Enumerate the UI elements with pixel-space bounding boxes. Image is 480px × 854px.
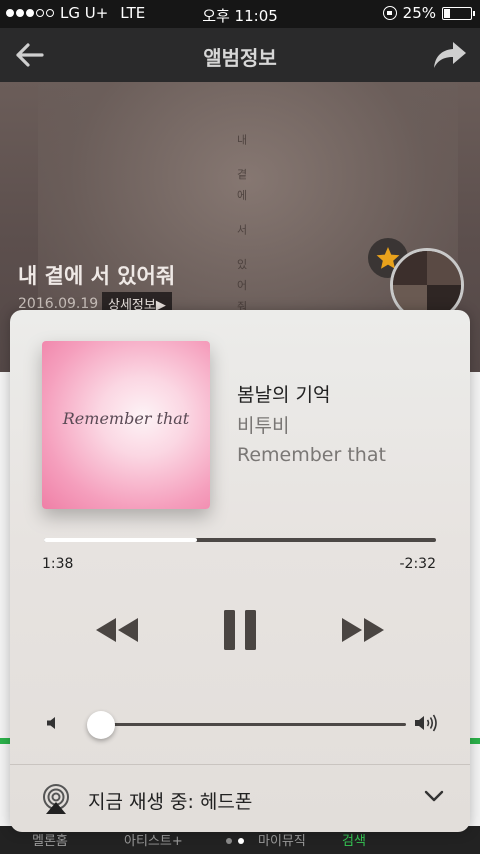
rewind-button[interactable] — [94, 610, 140, 650]
fast-forward-icon — [342, 618, 384, 642]
album-vertical-title: 내 곁에 서 있어줘 — [235, 134, 248, 322]
page-indicator — [226, 838, 244, 844]
song-album: Remember that — [237, 444, 386, 466]
nav-item-my-music[interactable]: 마이뮤직 — [258, 830, 306, 849]
album-title: 내 곁에 서 있어줘 — [18, 264, 176, 288]
album-cover: Remember that — [42, 341, 210, 509]
app-header: 앨범정보 — [0, 28, 480, 82]
volume-slider[interactable] — [88, 723, 406, 726]
airplay-icon — [43, 784, 69, 814]
volume-slider-thumb[interactable] — [86, 711, 115, 739]
now-playing-output-label: 지금 재생 중: 헤드폰 — [88, 791, 253, 813]
song-title: 봄날의 기억 — [237, 384, 331, 406]
time-elapsed: 1:38 — [42, 556, 74, 572]
rewind-icon — [96, 618, 138, 642]
chevron-down-icon[interactable] — [424, 789, 444, 803]
time-remaining: -2:32 — [399, 556, 437, 572]
playback-scrubber[interactable] — [44, 538, 436, 542]
song-artist: 비투비 — [237, 415, 290, 437]
page-title: 앨범정보 — [203, 46, 277, 70]
share-button[interactable] — [432, 40, 468, 70]
playback-progress-fill — [44, 538, 197, 542]
pause-button[interactable] — [222, 608, 258, 652]
nav-item-melon-home[interactable]: 멜론홈 — [32, 830, 68, 849]
orientation-lock-icon — [382, 6, 397, 20]
share-icon — [434, 42, 466, 68]
volume-high-icon — [415, 714, 437, 732]
audio-route-row[interactable]: 지금 재생 중: 헤드폰 — [10, 765, 470, 832]
status-bar: LG U+ LTE 오후 11:05 25% — [0, 0, 480, 28]
volume-low-icon — [47, 717, 55, 729]
battery-icon — [442, 6, 475, 20]
battery-percent: 25% — [402, 4, 436, 22]
nav-item-artist-plus[interactable]: 아티스트+ — [124, 830, 183, 849]
cover-title: Remember that — [62, 409, 190, 428]
fast-forward-button[interactable] — [340, 610, 386, 650]
pause-icon — [224, 610, 256, 650]
now-playing-panel: Remember that 봄날의 기억 비투비 Remember that 1… — [10, 310, 470, 832]
nav-item-search[interactable]: 검색 — [342, 830, 366, 849]
